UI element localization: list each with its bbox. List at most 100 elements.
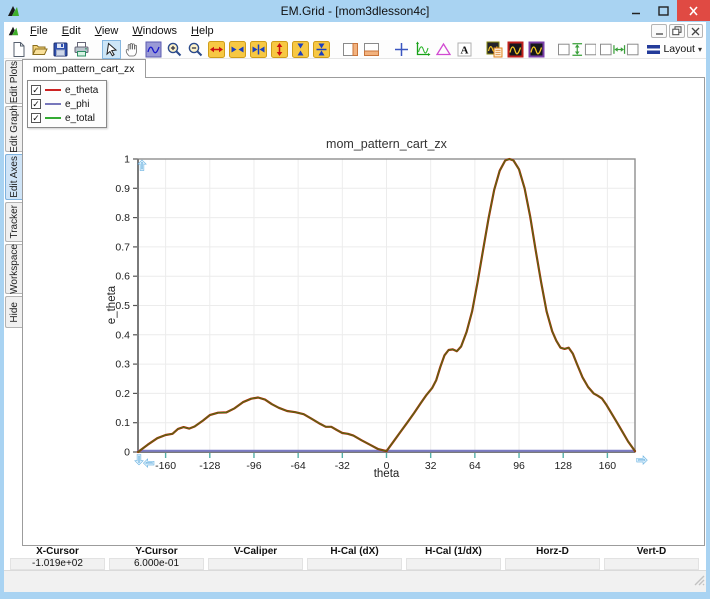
tool-split-horizontal-toggle[interactable]: [599, 40, 639, 59]
sidebar-tabs: Edit Plots Edit Graph Edit Axes Tracker Work…: [5, 60, 22, 328]
tool-select-arrow[interactable]: [102, 40, 121, 59]
layout-icon: [646, 41, 661, 58]
checkbox-icon[interactable]: ✓: [31, 99, 41, 109]
tool-panel-split-right[interactable]: [341, 40, 360, 59]
readout-value: [307, 558, 402, 570]
tool-pair-y[interactable]: [291, 40, 310, 59]
cursor-readout-bar: X-Cursor-1.019e+02Y-Cursor6.000e-01V-Cal…: [8, 546, 701, 570]
sidebar-tab-label: Workspace: [9, 244, 20, 294]
open-file-icon: [31, 41, 48, 58]
tool-open-file[interactable]: [30, 40, 49, 59]
legend-label: e_phi: [65, 99, 89, 110]
readout-value: 6.000e-01: [109, 558, 204, 570]
readout-header: H-Cal (dX): [305, 546, 404, 558]
zoom-in-icon: [166, 41, 183, 58]
svg-text:0.6: 0.6: [115, 271, 130, 283]
readout-header: Y-Cursor: [107, 546, 206, 558]
svg-text:0.3: 0.3: [115, 359, 130, 371]
app-logo-icon: [6, 4, 20, 18]
window-title: EM.Grid - [mom3dlesson4c]: [0, 4, 710, 18]
pair-x-icon: [229, 41, 246, 58]
menu-view[interactable]: View: [88, 23, 126, 39]
tool-fit-x[interactable]: [249, 40, 268, 59]
new-document-icon: [10, 41, 27, 58]
mdi-close-button[interactable]: [687, 24, 703, 38]
tool-split-vertical-toggle[interactable]: [557, 40, 597, 59]
sidebar-tab-hide[interactable]: Hide: [5, 296, 22, 328]
readout-value: [406, 558, 501, 570]
tool-print[interactable]: [72, 40, 91, 59]
wave-cursor-icon: [145, 41, 162, 58]
svg-text:0: 0: [124, 447, 130, 459]
sidebar-tab-workspace[interactable]: Workspace: [5, 244, 22, 294]
tool-plot-style-purple[interactable]: [527, 40, 546, 59]
tool-zoom-out[interactable]: [186, 40, 205, 59]
tool-plot-style-red[interactable]: [506, 40, 525, 59]
legend-line-swatch: [45, 103, 61, 105]
readout-value: [208, 558, 303, 570]
tool-polygon[interactable]: [434, 40, 453, 59]
chevron-down-icon: ▾: [698, 45, 702, 54]
tool-zoom-in[interactable]: [165, 40, 184, 59]
minimize-button[interactable]: [623, 0, 650, 21]
resize-grip[interactable]: [693, 573, 705, 591]
tool-new-document[interactable]: [9, 40, 28, 59]
menu-edit[interactable]: Edit: [55, 23, 88, 39]
menu-windows[interactable]: Windows: [125, 23, 184, 39]
sidebar-tab-edit-axes[interactable]: Edit Axes: [5, 154, 22, 200]
legend-item-e_phi[interactable]: ✓ e_phi: [31, 97, 98, 111]
tool-text-annotation[interactable]: A: [455, 40, 474, 59]
split-vertical-toggle-icon: [558, 41, 596, 58]
menu-file[interactable]: File: [23, 23, 55, 39]
menu-items: FileEditViewWindowsHelp: [23, 23, 221, 39]
close-button[interactable]: [677, 0, 710, 21]
legend-box: ✓e_theta✓e_phi✓e_total: [27, 80, 107, 128]
legend-label: e_total: [65, 113, 95, 124]
maximize-button[interactable]: [650, 0, 677, 21]
legend-line-swatch: [45, 89, 61, 91]
tool-fit-y[interactable]: [312, 40, 331, 59]
sidebar-tab-edit-plots[interactable]: Edit Plots: [5, 60, 22, 104]
readout-col-x-cursor: X-Cursor-1.019e+02: [8, 546, 107, 570]
tool-wave-cursor[interactable]: [144, 40, 163, 59]
fit-y-icon: [313, 41, 330, 58]
tool-pan-hand[interactable]: [123, 40, 142, 59]
toolbar-separator: [333, 49, 340, 50]
readout-col-horz-d: Horz-D: [503, 546, 602, 570]
readout-col-v-caliper: V-Caliper: [206, 546, 305, 570]
save-icon: [52, 41, 69, 58]
menu-help[interactable]: Help: [184, 23, 221, 39]
tool-save[interactable]: [51, 40, 70, 59]
legend-line-swatch: [45, 117, 61, 119]
sidebar-tab-tracker[interactable]: Tracker: [5, 202, 22, 242]
select-arrow-icon: [103, 41, 120, 58]
tool-pair-x[interactable]: [228, 40, 247, 59]
readout-value: [604, 558, 699, 570]
expand-x-icon: [208, 41, 225, 58]
tool-expand-y[interactable]: [270, 40, 289, 59]
readout-value: -1.019e+02: [10, 558, 105, 570]
panel-split-bottom-icon: [363, 41, 380, 58]
sidebar-tab-edit-graph[interactable]: Edit Graph: [5, 106, 22, 152]
plot-style-red-icon: [507, 41, 524, 58]
document-tab-bar: mom_pattern_cart_zx: [4, 59, 706, 77]
legend-item-e_theta[interactable]: ✓e_theta: [31, 83, 98, 97]
tool-copy-plot[interactable]: [485, 40, 504, 59]
pan-hand-icon: [124, 41, 141, 58]
checkbox-icon[interactable]: ✓: [31, 85, 41, 95]
tab-mom_pattern_cart_zx[interactable]: mom_pattern_cart_zx: [22, 59, 146, 78]
tool-axes-curve[interactable]: [413, 40, 432, 59]
zoom-out-icon: [187, 41, 204, 58]
chart-title: mom_pattern_cart_zx: [138, 137, 635, 151]
tool-layout[interactable]: Layout▾: [642, 40, 706, 59]
mdi-restore-button[interactable]: [669, 24, 685, 38]
tool-expand-x[interactable]: [207, 40, 226, 59]
mdi-minimize-button[interactable]: [651, 24, 667, 38]
title-bar: EM.Grid - [mom3dlesson4c]: [0, 0, 710, 22]
tool-crosshair[interactable]: [392, 40, 411, 59]
legend-item-e_total[interactable]: ✓ e_total: [31, 111, 98, 125]
checkbox-icon[interactable]: ✓: [31, 113, 41, 123]
cursor-marker-down: ⇩: [134, 453, 144, 467]
sidebar-tab-label: Edit Axes: [9, 156, 20, 198]
tool-panel-split-bottom[interactable]: [362, 40, 381, 59]
